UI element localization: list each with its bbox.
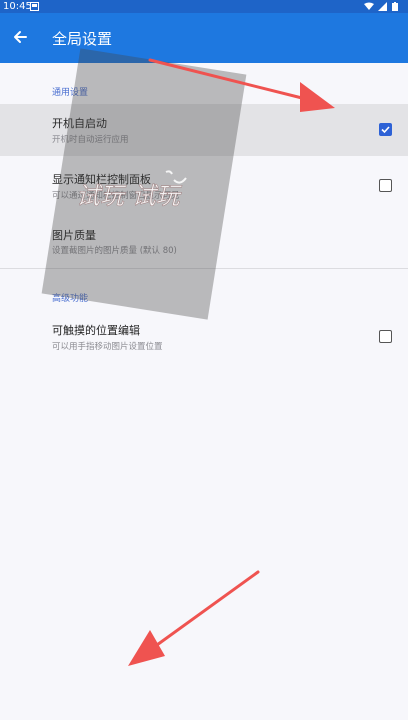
arrow-top — [148, 58, 335, 112]
arrow-bottom — [128, 570, 260, 666]
annotation-arrows — [128, 58, 335, 666]
